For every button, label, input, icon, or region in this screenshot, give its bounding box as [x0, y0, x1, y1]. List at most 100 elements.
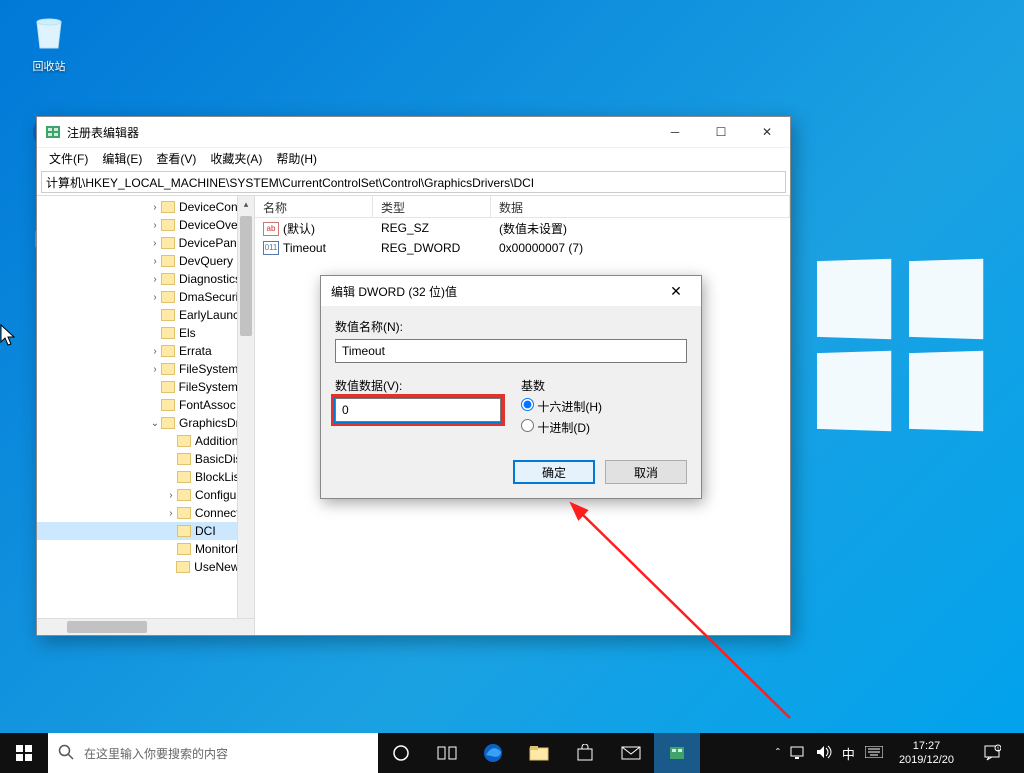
- wallpaper-windows-logo: [814, 260, 984, 430]
- tray-volume-icon[interactable]: [816, 745, 832, 762]
- radio-dec[interactable]: 十进制(D): [521, 419, 687, 436]
- tree-node[interactable]: DCI: [37, 522, 254, 540]
- tree-node[interactable]: FontAssoc: [37, 396, 254, 414]
- taskbar-app-mail[interactable]: [608, 733, 654, 773]
- tree-node-label: Els: [179, 326, 196, 340]
- tree-node[interactable]: ›DeviceOverri: [37, 216, 254, 234]
- taskbar-clock[interactable]: 17:27 2019/12/20: [893, 739, 960, 767]
- tree-node[interactable]: ›Diagnostics: [37, 270, 254, 288]
- recycle-bin-icon: [27, 10, 71, 54]
- tree-node-label: Errata: [179, 344, 212, 358]
- tree-node[interactable]: ›Configurat: [37, 486, 254, 504]
- tree-node[interactable]: ›DmaSecurity: [37, 288, 254, 306]
- registry-tree[interactable]: ›DeviceContai›DeviceOverri›DevicePanels›…: [37, 196, 255, 635]
- taskbar-app-store[interactable]: [562, 733, 608, 773]
- value-type-icon: ab: [263, 222, 279, 236]
- value-data-label: 数值数据(V):: [335, 377, 501, 394]
- tree-node[interactable]: EarlyLaunch: [37, 306, 254, 324]
- tree-node[interactable]: Additional: [37, 432, 254, 450]
- scrollbar-vertical[interactable]: ▴▾: [237, 196, 254, 635]
- col-data[interactable]: 数据: [491, 196, 790, 217]
- taskbar-app-explorer[interactable]: [516, 733, 562, 773]
- expand-icon[interactable]: ›: [149, 292, 161, 303]
- titlebar[interactable]: 注册表编辑器 ─ ☐ ✕: [37, 117, 790, 147]
- folder-icon: [161, 201, 175, 213]
- desktop-icon-recycle-bin[interactable]: 回收站: [14, 10, 84, 74]
- maximize-button[interactable]: ☐: [698, 117, 744, 147]
- tree-node[interactable]: ›DevicePanels: [37, 234, 254, 252]
- tree-node[interactable]: BlockList: [37, 468, 254, 486]
- tree-node[interactable]: UseNewKe: [37, 558, 254, 576]
- tree-node[interactable]: › Errata: [37, 342, 254, 360]
- tree-node[interactable]: ›FileSystem: [37, 360, 254, 378]
- close-button[interactable]: ✕: [744, 117, 790, 147]
- scrollbar-thumb[interactable]: [240, 216, 252, 336]
- taskbar-time: 17:27: [899, 739, 954, 753]
- folder-icon: [161, 237, 175, 249]
- scrollbar-thumb[interactable]: [67, 621, 147, 633]
- ok-button[interactable]: 确定: [513, 460, 595, 484]
- folder-icon: [161, 219, 175, 231]
- expand-icon[interactable]: ›: [149, 220, 161, 231]
- task-view-icon[interactable]: [424, 733, 470, 773]
- folder-icon: [161, 309, 175, 321]
- taskbar: 在这里输入你要搜索的内容 ˆ 中 17:27 2019/12/20 1: [0, 733, 1024, 773]
- cortana-icon[interactable]: [378, 733, 424, 773]
- tray-network-icon[interactable]: [790, 745, 806, 762]
- tree-node[interactable]: › DevQuery: [37, 252, 254, 270]
- expand-icon[interactable]: ›: [149, 364, 161, 375]
- menu-favorites[interactable]: 收藏夹(A): [204, 148, 268, 169]
- action-center-icon[interactable]: 1: [970, 733, 1014, 773]
- cancel-button[interactable]: 取消: [605, 460, 687, 484]
- tree-node[interactable]: ›Connectivi: [37, 504, 254, 522]
- menu-view[interactable]: 查看(V): [150, 148, 202, 169]
- expand-icon[interactable]: ›: [149, 346, 161, 357]
- list-row[interactable]: 011TimeoutREG_DWORD0x00000007 (7): [255, 238, 790, 258]
- expand-icon[interactable]: ›: [149, 274, 161, 285]
- dialog-close-button[interactable]: ✕: [661, 283, 691, 300]
- address-bar[interactable]: 计算机\HKEY_LOCAL_MACHINE\SYSTEM\CurrentCon…: [41, 171, 786, 193]
- search-icon: [58, 744, 74, 763]
- tray-keyboard-icon[interactable]: [865, 746, 883, 761]
- window-title: 注册表编辑器: [67, 124, 652, 141]
- taskbar-app-edge[interactable]: [470, 733, 516, 773]
- expand-icon[interactable]: ›: [149, 202, 161, 213]
- col-type[interactable]: 类型: [373, 196, 491, 217]
- radio-hex[interactable]: 十六进制(H): [521, 398, 687, 415]
- expand-icon[interactable]: ›: [149, 256, 161, 267]
- folder-icon: [161, 345, 175, 357]
- expand-icon[interactable]: ›: [165, 508, 177, 519]
- tree-node[interactable]: MonitorDa: [37, 540, 254, 558]
- tree-node[interactable]: BasicDispl: [37, 450, 254, 468]
- tree-node[interactable]: ›DeviceContai: [37, 198, 254, 216]
- menu-help[interactable]: 帮助(H): [270, 148, 323, 169]
- taskbar-search[interactable]: 在这里输入你要搜索的内容: [48, 733, 378, 773]
- minimize-button[interactable]: ─: [652, 117, 698, 147]
- tree-node[interactable]: ⌄GraphicsDriv: [37, 414, 254, 432]
- list-row[interactable]: ab(默认)REG_SZ(数值未设置): [255, 218, 790, 238]
- folder-icon: [177, 435, 191, 447]
- menu-edit[interactable]: 编辑(E): [96, 148, 148, 169]
- dialog-title: 编辑 DWORD (32 位)值: [331, 283, 661, 300]
- expand-icon[interactable]: ⌄: [149, 418, 161, 429]
- taskbar-app-regedit[interactable]: [654, 733, 700, 773]
- regedit-icon: [45, 124, 61, 140]
- folder-icon: [161, 399, 175, 411]
- col-name[interactable]: 名称: [255, 196, 373, 217]
- value-data-input[interactable]: [335, 398, 501, 422]
- tray-ime-indicator[interactable]: 中: [842, 744, 855, 763]
- expand-icon[interactable]: ›: [149, 238, 161, 249]
- folder-icon: [177, 525, 191, 537]
- dialog-titlebar[interactable]: 编辑 DWORD (32 位)值 ✕: [321, 276, 701, 306]
- tray-chevron-up-icon[interactable]: ˆ: [776, 746, 780, 760]
- tree-node-label: DevQuery: [179, 254, 233, 268]
- tree-node[interactable]: Els: [37, 324, 254, 342]
- mouse-cursor-icon: [0, 324, 18, 348]
- taskbar-date: 2019/12/20: [899, 753, 954, 767]
- scrollbar-horizontal[interactable]: [37, 618, 254, 635]
- expand-icon[interactable]: ›: [165, 490, 177, 501]
- start-button[interactable]: [0, 733, 48, 773]
- scroll-up-icon[interactable]: ▴: [238, 196, 254, 213]
- tree-node[interactable]: FileSystemUti: [37, 378, 254, 396]
- menu-file[interactable]: 文件(F): [43, 148, 94, 169]
